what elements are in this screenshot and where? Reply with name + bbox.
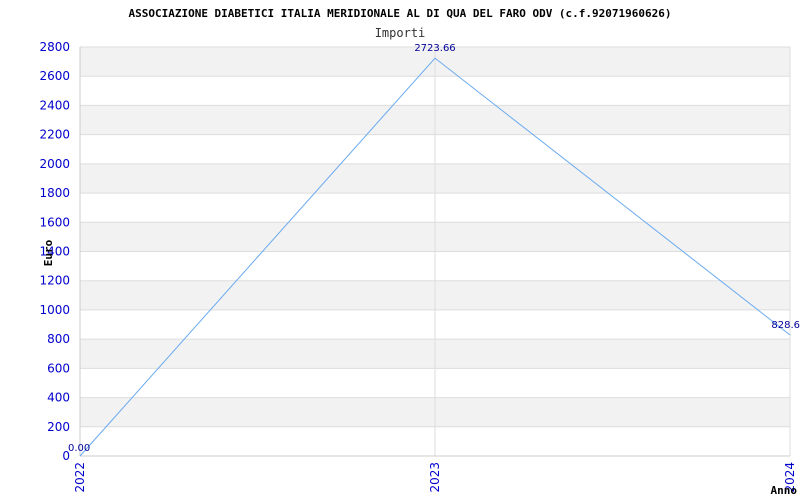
y-tick-label: 1800 (39, 186, 70, 200)
line-chart: ASSOCIAZIONE DIABETICI ITALIA MERIDIONAL… (39, 7, 800, 497)
y-axis-label: Euro (42, 239, 55, 266)
chart-title: ASSOCIAZIONE DIABETICI ITALIA MERIDIONAL… (128, 7, 671, 20)
y-tick-label: 400 (47, 391, 70, 405)
y-tick-label: 2200 (39, 128, 70, 142)
y-tick-label: 1600 (39, 215, 70, 229)
y-tick-label: 1000 (39, 303, 70, 317)
chart-subtitle: Importi (375, 26, 426, 40)
y-tick-label: 1200 (39, 274, 70, 288)
y-tick-label: 2800 (39, 40, 70, 54)
y-tick-label: 2400 (39, 98, 70, 112)
y-tick-label: 2600 (39, 69, 70, 83)
data-label: 828.6 (771, 320, 800, 331)
x-tick-label: 2022 (73, 462, 87, 493)
data-label: 2723.66 (414, 43, 455, 54)
x-axis-label: Anno (771, 484, 798, 497)
y-tick-label: 200 (47, 420, 70, 434)
x-tick-label: 2023 (428, 462, 442, 493)
x-axis-ticks: 2022 2023 2024 (73, 462, 797, 493)
y-tick-label: 800 (47, 332, 70, 346)
y-tick-label: 600 (47, 361, 70, 375)
data-label: 0.00 (68, 443, 90, 454)
y-tick-label: 2000 (39, 157, 70, 171)
